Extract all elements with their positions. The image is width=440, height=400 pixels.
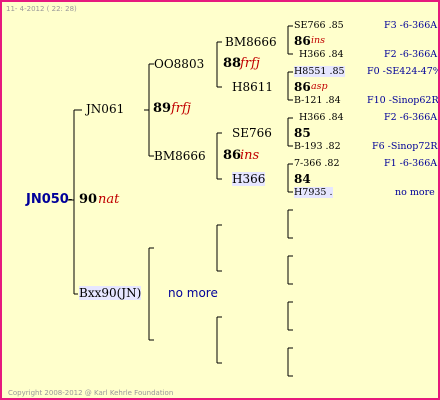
g4-2-bottom-code: F10 -Sinop62R (367, 95, 439, 106)
sire-name: JN061 (86, 102, 125, 116)
g4-4-score: 84 (294, 172, 311, 186)
g4-1-top: SE766 .85 (294, 20, 344, 31)
g4-2-top-code: F0 -SE424-47% (367, 66, 440, 77)
g4-3-bottom: B-193 .82 (294, 141, 341, 152)
copyright: Copyright 2008-2012 @ Karl Kehrle Founda… (8, 389, 174, 397)
dam-no-more: no more (168, 286, 218, 300)
g4-1-top-code: F3 -6-366A (384, 20, 438, 31)
sire-tag: frfj (171, 101, 191, 116)
ss-score: 88 (223, 56, 242, 71)
g4-2-tag: asp (311, 81, 328, 92)
sds-name: SE766 (232, 126, 272, 140)
g4-1-bottom-code: F2 -6-366A (384, 49, 438, 60)
g4-4-bottom-code: no more (395, 187, 435, 198)
g4-2-top: H8551 .85 (294, 66, 345, 77)
g4-1-bottom: H366 .84 (299, 49, 344, 60)
ssd-name: H8611 (232, 80, 274, 94)
root-score: 90 (79, 192, 98, 207)
ss-tag: frfj (240, 56, 260, 71)
g4-3-score: 85 (294, 126, 311, 140)
sss-name: BM8666 (225, 35, 277, 49)
sdd-name: H366 (232, 172, 266, 186)
g4-1-score: 86 (294, 34, 311, 48)
sd-name: BM8666 (154, 149, 206, 163)
g4-2-score: 86 (294, 80, 311, 94)
ss-name: OO8803 (154, 57, 205, 71)
pedigree-chart: 11- 4-2012 ( 22: 28) JN050 - 90 nat JN06… (0, 0, 440, 400)
sd-score: 86 (223, 148, 242, 163)
g4-3-top-code: F2 -6-366A (384, 112, 438, 123)
sire-score: 89 (153, 101, 172, 116)
g4-3-top: H366 .84 (299, 112, 344, 123)
g4-4-top-code: F1 -6-366A (384, 158, 438, 169)
root-tag: nat (98, 192, 120, 207)
dam-name: Bxx90(JN) (79, 286, 142, 300)
g4-2-bottom: B-121 .84 (294, 95, 341, 106)
root-name: JN050 (26, 192, 69, 207)
g4-3-bottom-code: F6 -Sinop72R (372, 141, 438, 152)
g4-4-bottom: H7935 . (294, 187, 333, 198)
g4-1-tag: ins (311, 35, 326, 46)
g4-4-top: 7-366 .82 (294, 158, 340, 169)
sd-tag: ins (240, 148, 260, 163)
